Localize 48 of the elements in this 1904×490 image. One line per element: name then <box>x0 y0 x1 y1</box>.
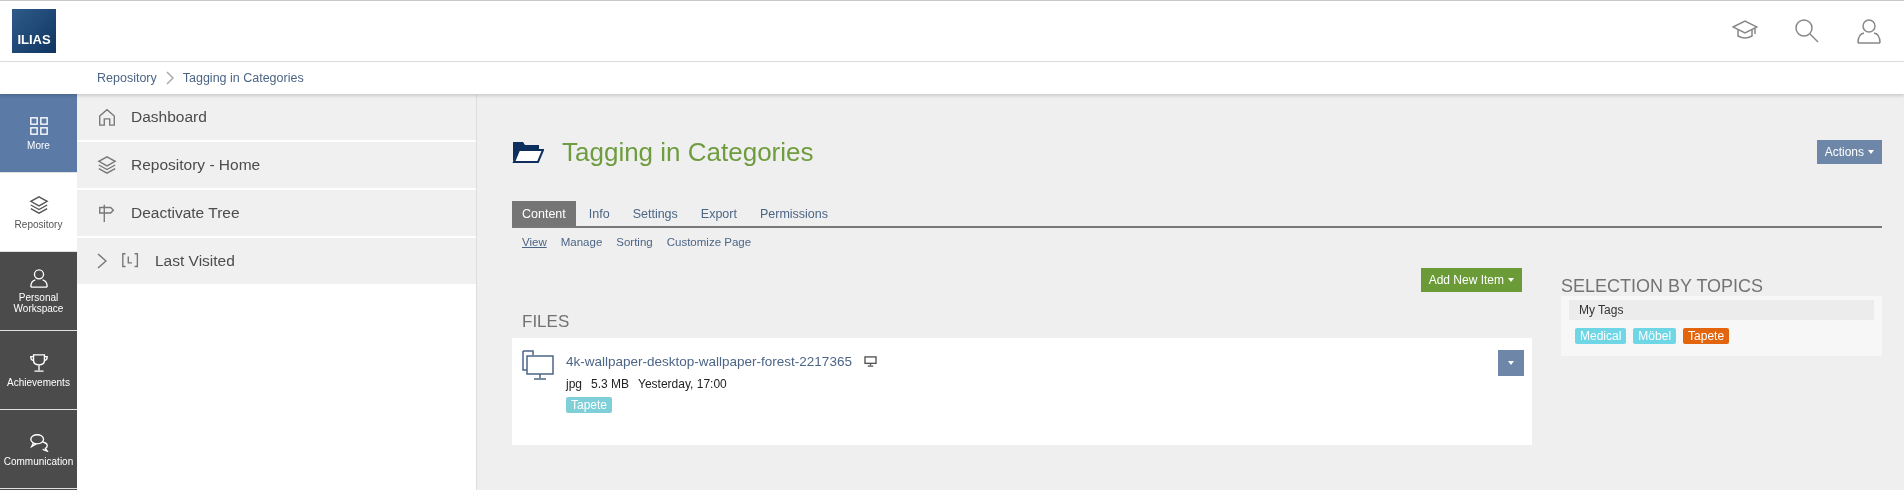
subtab-link[interactable]: Manage <box>560 236 603 248</box>
breadcrumb-link[interactable]: Tagging in Categories <box>182 71 304 85</box>
layers-icon <box>28 194 49 215</box>
slate-button[interactable]: Repository <box>0 173 77 252</box>
subtab-link[interactable]: Sorting <box>616 236 653 248</box>
file-property: jpg <box>566 377 582 391</box>
tab[interactable]: Export <box>690 201 747 226</box>
menu-item[interactable]: Deactivate Tree <box>77 190 476 236</box>
tab[interactable]: Settings <box>622 201 688 226</box>
file-property: 5.3 MB <box>591 377 630 391</box>
layers-icon <box>97 155 117 175</box>
sign-icon <box>97 203 117 223</box>
chat-icon <box>28 431 49 452</box>
menu-item[interactable]: Dashboard <box>77 94 476 140</box>
actions-button[interactable]: Actions <box>1816 140 1882 164</box>
graduation-cap-icon[interactable] <box>1732 18 1758 42</box>
home-icon <box>97 107 117 127</box>
tab[interactable]: Info <box>578 201 620 226</box>
tag[interactable]: Tapete <box>1683 328 1730 344</box>
section-heading: FILES <box>522 312 571 332</box>
logo[interactable]: ILIAS <box>12 9 56 53</box>
search-icon[interactable] <box>1794 18 1820 44</box>
file-link[interactable]: 4k-wallpaper-desktop-wallpaper-forest-2217365 <box>566 354 852 369</box>
slate-button[interactable]: More <box>0 94 77 173</box>
monitor-icon[interactable] <box>863 356 877 367</box>
caret-icon <box>1868 150 1874 154</box>
file-property: Yesterday, 17:00 <box>638 377 727 391</box>
tab[interactable]: Permissions <box>749 201 839 226</box>
group-header: My Tags <box>1569 300 1874 320</box>
tab[interactable]: Content <box>512 201 576 226</box>
chevron-right-icon[interactable] <box>97 253 107 269</box>
add-new-item-button[interactable]: Add New Item <box>1420 268 1522 292</box>
subtab-link[interactable]: Customize Page <box>666 236 752 248</box>
menu-item[interactable]: Last Visited <box>77 238 476 284</box>
caret-icon <box>1508 278 1514 282</box>
subtab-link[interactable]: View <box>522 236 547 248</box>
section-heading: SELECTION BY TOPICS <box>1561 277 1765 295</box>
folder-icon <box>512 141 544 163</box>
chevron-right-icon <box>165 71 174 85</box>
page-title: Tagging in Categories <box>562 136 814 168</box>
user-icon <box>28 268 49 288</box>
trophy-icon <box>28 352 49 373</box>
caret-icon <box>1508 361 1514 365</box>
menu-item[interactable]: Repository - Home <box>77 142 476 188</box>
grid-icon <box>28 115 49 136</box>
file-icon <box>522 350 554 382</box>
user-icon[interactable] <box>1856 18 1882 44</box>
breadcrumb-link[interactable]: Repository <box>97 71 157 85</box>
